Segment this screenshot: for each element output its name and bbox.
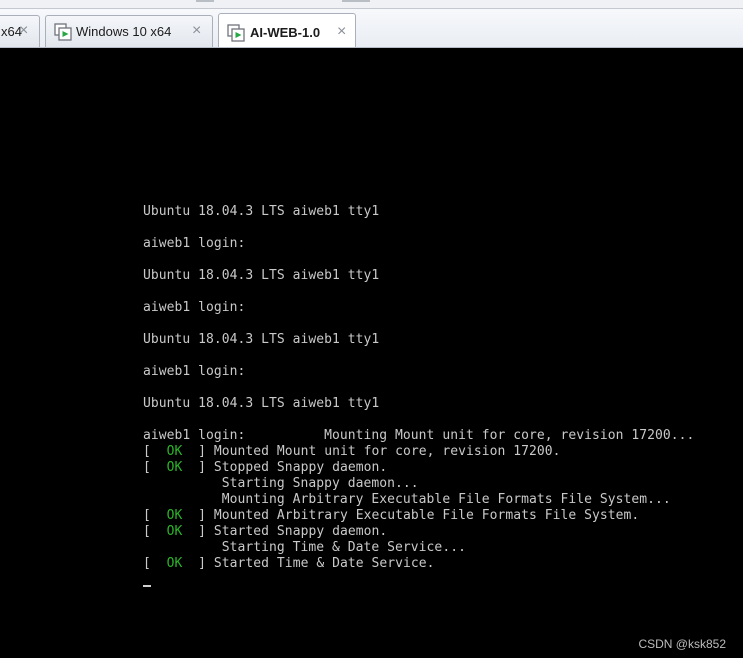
console-line: [ OK ] Mounted Mount unit for core, revi… [143, 444, 561, 459]
watermark: CSDN @ksk852 [638, 637, 726, 651]
tab-label: AI-WEB-1.0 [250, 25, 321, 40]
console-line: Ubuntu 18.04.3 LTS aiweb1 tty1 [143, 268, 694, 284]
console-text: aiweb1 login: Mounting Mount unit for co… [143, 428, 695, 443]
toolbar-strip [0, 0, 743, 9]
tab-windows-10-x64[interactable]: Windows 10 x64 × [45, 15, 213, 47]
console-line: aiweb1 login: Mounting Mount unit for co… [143, 428, 694, 444]
close-icon[interactable]: × [337, 23, 346, 41]
console-text: Mounting Arbitrary Executable File Forma… [143, 492, 671, 507]
vm-tab-bar: x64 × Windows 10 x64 × AI-WEB-1.0 × [0, 0, 743, 48]
console-text: Started Time & Date Service. [213, 556, 435, 571]
ok-status: OK [166, 556, 183, 571]
console-line: aiweb1 login: [143, 300, 694, 316]
console-text: Ubuntu 18.04.3 LTS aiweb1 tty1 [143, 332, 380, 347]
console-text: Starting Snappy daemon... [143, 476, 419, 491]
console-line: Ubuntu 18.04.3 LTS aiweb1 tty1 [143, 204, 694, 220]
console-line: [ OK ] Started Snappy daemon. [143, 524, 388, 539]
console-line: Ubuntu 18.04.3 LTS aiweb1 tty1 [143, 332, 694, 348]
tab-x64[interactable]: x64 × [0, 15, 40, 47]
console-text: Started Snappy daemon. [213, 524, 388, 539]
console-text: Mounted Mount unit for core, revision 17… [213, 444, 561, 459]
ok-status: OK [166, 444, 183, 459]
text-cursor [143, 585, 151, 587]
console-text: Stopped Snappy daemon. [213, 460, 388, 475]
console-text: Ubuntu 18.04.3 LTS aiweb1 tty1 [143, 396, 380, 411]
vm-console-output[interactable]: Ubuntu 18.04.3 LTS aiweb1 tty1 aiweb1 log… [143, 204, 694, 572]
ok-status: OK [166, 460, 183, 475]
console-text: Ubuntu 18.04.3 LTS aiweb1 tty1 [143, 204, 380, 219]
console-text: Ubuntu 18.04.3 LTS aiweb1 tty1 [143, 268, 380, 283]
console-line: Ubuntu 18.04.3 LTS aiweb1 tty1 [143, 396, 694, 412]
console-text: aiweb1 login: [143, 300, 246, 315]
console-text: Mounted Arbitrary Executable File Format… [213, 508, 640, 523]
vm-icon [227, 24, 245, 42]
console-line: [ OK ] Started Time & Date Service. [143, 556, 435, 571]
vm-icon [54, 23, 72, 41]
console-line: Starting Snappy daemon... [143, 476, 694, 492]
tab-label: Windows 10 x64 [76, 24, 172, 39]
close-icon[interactable]: × [19, 22, 28, 40]
console-text: aiweb1 login: [143, 364, 246, 379]
console-text: Starting Time & Date Service... [143, 540, 466, 555]
console-line: Mounting Arbitrary Executable File Forma… [143, 492, 694, 508]
ok-status: OK [166, 508, 183, 523]
ok-status: OK [166, 524, 183, 539]
tab-ai-web-1-0[interactable]: AI-WEB-1.0 × [218, 13, 356, 47]
console-line: Starting Time & Date Service... [143, 540, 694, 556]
console-line: aiweb1 login: [143, 364, 694, 380]
console-line: [ OK ] Stopped Snappy daemon. [143, 460, 388, 475]
console-text: aiweb1 login: [143, 236, 246, 251]
console-line: [ OK ] Mounted Arbitrary Executable File… [143, 508, 640, 523]
console-line: aiweb1 login: [143, 236, 694, 252]
close-icon[interactable]: × [192, 22, 201, 40]
